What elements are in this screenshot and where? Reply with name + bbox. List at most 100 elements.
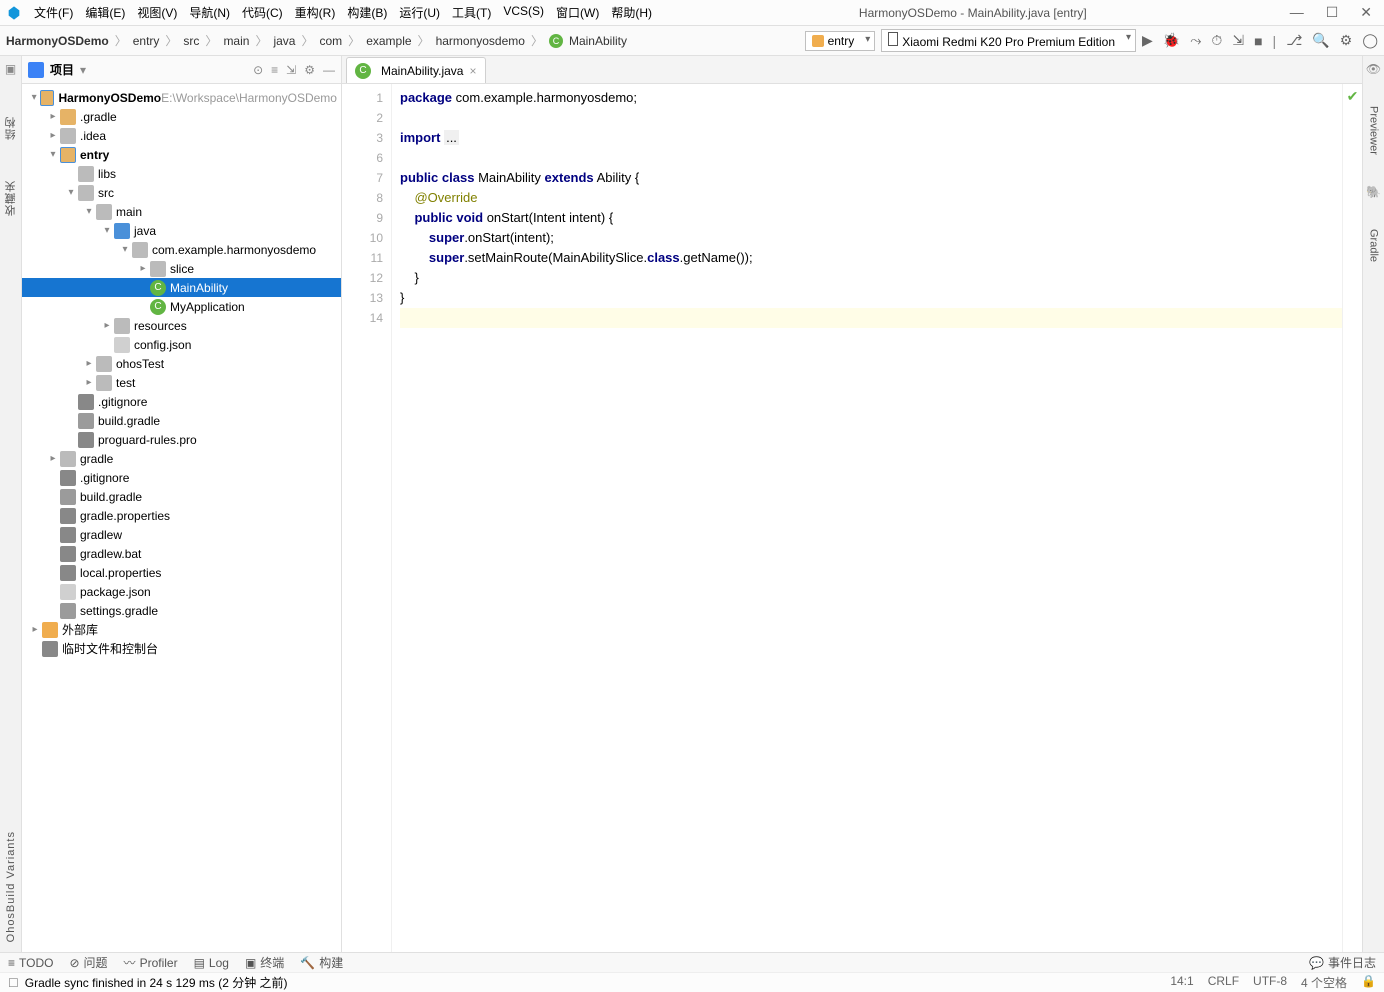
tree-row[interactable]: CMyApplication <box>22 297 341 316</box>
tree-row[interactable]: settings.gradle <box>22 601 341 620</box>
status-position[interactable]: 14:1 <box>1170 974 1193 991</box>
right-label-gradle[interactable]: Gradle <box>1368 229 1380 262</box>
status-encoding[interactable]: UTF-8 <box>1253 974 1287 991</box>
breadcrumb-item[interactable]: src <box>183 34 199 48</box>
tool-profiler[interactable]: 〰 Profiler <box>124 954 178 971</box>
tree-row[interactable]: gradlew.bat <box>22 544 341 563</box>
menu-item[interactable]: 编辑(E) <box>81 2 129 23</box>
collapse-all-icon[interactable]: ⇲ <box>286 63 296 77</box>
tree-row[interactable]: config.json <box>22 335 341 354</box>
tree-row[interactable]: ▾entry <box>22 145 341 164</box>
tree-row[interactable]: proguard-rules.pro <box>22 430 341 449</box>
chevron-icon[interactable]: ▸ <box>46 111 60 122</box>
chevron-icon[interactable]: ▾ <box>82 206 96 217</box>
chevron-icon[interactable]: ▸ <box>136 263 150 274</box>
chevron-icon[interactable]: ▾ <box>64 187 78 198</box>
tool-event-log[interactable]: 💬 事件日志 <box>1309 954 1376 971</box>
tree-row[interactable]: gradle.properties <box>22 506 341 525</box>
gear-icon[interactable]: ⚙ <box>304 63 315 77</box>
status-indent[interactable]: 4 个空格 <box>1301 974 1347 991</box>
debug-icon[interactable]: 🐞 <box>1163 32 1180 49</box>
tree-row[interactable]: CMainAbility <box>22 278 341 297</box>
tree-row[interactable]: 临时文件和控制台 <box>22 639 341 658</box>
maximize-icon[interactable]: ☐ <box>1326 4 1339 21</box>
tree-row[interactable]: ▸test <box>22 373 341 392</box>
menu-item[interactable]: 窗口(W) <box>552 2 603 23</box>
git-icon[interactable]: ⎇ <box>1286 32 1302 49</box>
breadcrumb-item[interactable]: main <box>223 34 249 48</box>
tree-row[interactable]: ▾HarmonyOSDemo E:\Workspace\HarmonyOSDem… <box>22 88 341 107</box>
status-eol[interactable]: CRLF <box>1208 974 1239 991</box>
tree-row[interactable]: ▾java <box>22 221 341 240</box>
project-panel-title[interactable]: 项目 <box>50 61 74 78</box>
tool-terminal[interactable]: ▣ 终端 <box>245 954 284 971</box>
left-label-structure[interactable]: 结构 <box>3 116 19 140</box>
tab-mainability[interactable]: C MainAbility.java × <box>346 57 486 83</box>
tool-problems[interactable]: ⊘ 问题 <box>69 954 107 971</box>
tool-build[interactable]: 🔨 构建 <box>300 954 343 971</box>
device-selector[interactable]: Xiaomi Redmi K20 Pro Premium Edition <box>881 29 1136 52</box>
tree-row[interactable]: ▸ohosTest <box>22 354 341 373</box>
settings-icon[interactable]: ⚙ <box>1340 32 1353 49</box>
stop-icon[interactable]: ■ <box>1254 33 1262 49</box>
chevron-icon[interactable]: ▾ <box>46 149 60 160</box>
run-config-selector[interactable]: entry <box>805 31 876 51</box>
tree-row[interactable]: build.gradle <box>22 487 341 506</box>
tool-log[interactable]: ▤ Log <box>194 956 229 970</box>
tree-row[interactable]: ▸外部库 <box>22 620 341 639</box>
breadcrumb[interactable]: HarmonyOSDemo〉entry〉src〉main〉java〉com〉ex… <box>6 32 627 49</box>
breadcrumb-item[interactable]: java <box>273 34 295 48</box>
menu-item[interactable]: VCS(S) <box>499 2 548 23</box>
menu-item[interactable]: 视图(V) <box>133 2 181 23</box>
chevron-icon[interactable]: ▾ <box>28 92 40 103</box>
hide-panel-icon[interactable]: — <box>323 63 335 77</box>
breadcrumb-item[interactable]: com <box>320 34 343 48</box>
gradle-icon[interactable]: 🐘 <box>1366 185 1381 199</box>
menu-item[interactable]: 代码(C) <box>238 2 287 23</box>
breadcrumb-item[interactable]: example <box>366 34 411 48</box>
tree-row[interactable]: ▸slice <box>22 259 341 278</box>
profile-circle-icon[interactable]: ◯ <box>1362 32 1378 49</box>
close-icon[interactable]: ✕ <box>1360 4 1372 21</box>
status-lock-icon[interactable]: 🔒 <box>1361 974 1376 991</box>
tree-row[interactable]: libs <box>22 164 341 183</box>
chevron-icon[interactable]: ▾ <box>100 225 114 236</box>
menu-item[interactable]: 文件(F) <box>30 2 77 23</box>
breadcrumb-item[interactable]: MainAbility <box>569 34 627 48</box>
menu-item[interactable]: 工具(T) <box>448 2 495 23</box>
chevron-icon[interactable]: ▸ <box>46 130 60 141</box>
tree-row[interactable]: ▸.idea <box>22 126 341 145</box>
breadcrumb-item[interactable]: harmonyosdemo <box>436 34 525 48</box>
menu-item[interactable]: 导航(N) <box>185 2 234 23</box>
tree-row[interactable]: ▸.gradle <box>22 107 341 126</box>
project-tool-icon[interactable]: ▣ <box>5 62 16 76</box>
left-label-variants[interactable]: OhosBuild Variants <box>5 831 17 942</box>
breadcrumb-item[interactable]: entry <box>133 34 160 48</box>
menu-item[interactable]: 运行(U) <box>395 2 444 23</box>
tree-row[interactable]: ▾src <box>22 183 341 202</box>
chevron-icon[interactable]: ▸ <box>82 358 96 369</box>
previewer-icon[interactable]: 👁 <box>1366 62 1381 76</box>
tab-close-icon[interactable]: × <box>469 64 476 78</box>
left-label-favorites[interactable]: 收藏夹 <box>3 180 19 216</box>
right-label-previewer[interactable]: Previewer <box>1368 106 1380 155</box>
chevron-icon[interactable]: ▸ <box>82 377 96 388</box>
chevron-icon[interactable]: ▸ <box>46 453 60 464</box>
search-icon[interactable]: 🔍 <box>1312 32 1329 49</box>
expand-all-icon[interactable]: ≡ <box>271 63 278 77</box>
chevron-icon[interactable]: ▾ <box>118 244 132 255</box>
tool-todo[interactable]: ≡ TODO <box>8 956 53 970</box>
tree-row[interactable]: gradlew <box>22 525 341 544</box>
chevron-icon[interactable]: ▸ <box>28 624 42 635</box>
chevron-icon[interactable]: ▸ <box>100 320 114 331</box>
tree-row[interactable]: ▾com.example.harmonyosdemo <box>22 240 341 259</box>
breadcrumb-item[interactable]: HarmonyOSDemo <box>6 34 109 48</box>
attach-icon[interactable]: ⇲ <box>1232 32 1244 49</box>
tree-row[interactable]: build.gradle <box>22 411 341 430</box>
project-tree[interactable]: ▾HarmonyOSDemo E:\Workspace\HarmonyOSDem… <box>22 84 341 952</box>
tree-row[interactable]: ▾main <box>22 202 341 221</box>
menu-item[interactable]: 构建(B) <box>343 2 391 23</box>
profile-icon[interactable]: ⏱ <box>1211 32 1222 49</box>
tree-row[interactable]: package.json <box>22 582 341 601</box>
tree-row[interactable]: ▸gradle <box>22 449 341 468</box>
